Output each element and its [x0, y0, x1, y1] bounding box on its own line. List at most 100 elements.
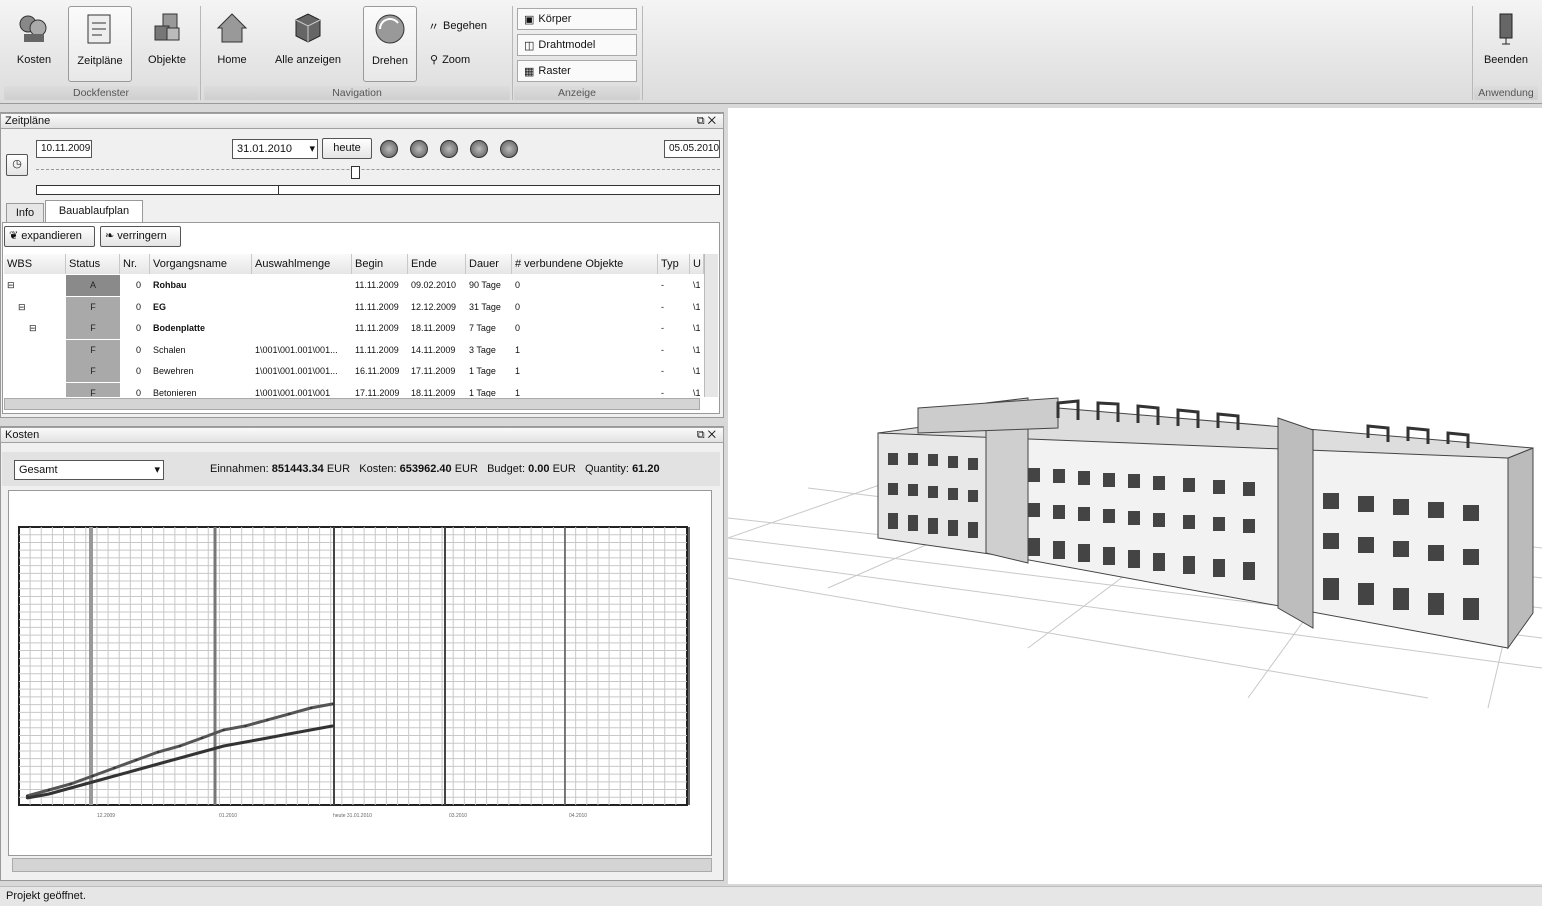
nav-next-icon[interactable] [470, 140, 488, 158]
separator [1472, 6, 1473, 100]
expandieren-button[interactable]: ❦ expandieren [4, 226, 95, 247]
group-label-navigation: Navigation [204, 86, 510, 100]
data-point [69, 782, 72, 786]
table-cell: 09.02.2010 [411, 280, 457, 290]
panel-controls[interactable]: ⧉✕ [697, 114, 719, 128]
column-header[interactable]: # verbundene Objekte [512, 254, 658, 274]
data-point [244, 724, 247, 728]
building [877, 397, 1534, 650]
chart-area: 12.2009 01.2010 heute 31.01.2010 03.2010 04.… [8, 490, 712, 856]
tab-info[interactable]: Info [6, 203, 44, 222]
chevron-down-icon: ▾ [309, 143, 315, 155]
x-tick-label: 04.2010 [569, 813, 587, 819]
home-button[interactable]: Home [206, 6, 258, 82]
table-cell: \1 [693, 323, 701, 333]
magnifier-icon: ⚲ [430, 54, 439, 66]
x-tick-label: 01.2010 [219, 813, 237, 819]
drahtmodel-button[interactable]: ◫ Drahtmodel [517, 34, 637, 56]
nav-last-icon[interactable] [500, 140, 518, 158]
tab-bauablaufplan[interactable]: Bauablaufplan [45, 200, 143, 222]
table-row[interactable]: F 0 Bewehren 1\001\001.001\001... 16.11.2009… [4, 361, 704, 382]
nav-play-icon[interactable] [440, 140, 458, 158]
x-tick-label: 12.2009 [97, 813, 115, 819]
data-point [113, 774, 116, 778]
coins-icon [19, 15, 47, 42]
nav-prev-icon[interactable] [410, 140, 428, 158]
table-cell [255, 275, 355, 296]
building-model[interactable] [727, 108, 1542, 884]
table-row[interactable]: F 0 Schalen 1\001\001.001\001... 11.11.2009 1… [4, 339, 704, 361]
zeitplaene-button[interactable]: Zeitpläne [68, 6, 132, 82]
raster-button[interactable]: ▦ Raster [517, 60, 637, 82]
table-horizontal-scrollbar[interactable] [4, 398, 700, 410]
table-cell: 1 Tage [469, 387, 496, 398]
group-label-dockfenster: Dockfenster [4, 86, 198, 100]
data-point [222, 728, 225, 732]
x-tick-label: 03.2010 [449, 813, 467, 819]
start-date-field[interactable]: 10.11.2009 [36, 140, 92, 158]
x-tick-label: heute 31.01.2010 [333, 813, 372, 819]
solid-icon: ▣ [524, 13, 535, 26]
cost-type-select[interactable]: Gesamt ▾ [14, 460, 164, 480]
begehen-button[interactable]: 〃 Begehen [428, 18, 487, 34]
column-header[interactable]: Nr. [120, 254, 150, 274]
kosten-summary: Einnahmen: 851443.34 EUR Kosten: 653962.… [210, 463, 660, 475]
wireframe-icon: ◫ [524, 39, 535, 52]
table-cell: 1 [515, 387, 521, 398]
nav-first-icon[interactable] [380, 140, 398, 158]
table-row[interactable]: ⊟ F 0 Bodenplatte 11.11.2009 18.11.2009 7 Tage… [4, 318, 704, 339]
data-point [69, 786, 72, 790]
column-header[interactable]: Vorgangsname [150, 254, 252, 274]
status-bar: Projekt geöffnet. [0, 886, 1542, 906]
kosten-button[interactable]: Kosten [8, 6, 60, 82]
beenden-button[interactable]: Beenden [1478, 6, 1534, 82]
current-date-select[interactable]: 31.01.2010 ▾ [232, 139, 318, 159]
column-header[interactable]: Auswahlmenge [252, 254, 352, 274]
table-row[interactable]: ⊟ A 0 Rohbau 11.11.2009 09.02.2010 90 Tage 0- \1 [4, 275, 704, 296]
end-date-field[interactable]: 05.05.2010 [664, 140, 720, 158]
data-point [91, 780, 94, 784]
3d-viewport[interactable] [727, 108, 1542, 884]
column-header[interactable]: Ende [408, 254, 466, 274]
verringern-button[interactable]: ❧ verringern [100, 226, 181, 247]
table-cell: 16.11.2009 [355, 366, 400, 376]
column-header[interactable]: U [690, 254, 704, 274]
data-point [200, 750, 204, 754]
status-badge: F [66, 296, 120, 318]
table-cell: Rohbau [153, 280, 187, 290]
separator [642, 6, 643, 100]
data-point [266, 736, 269, 740]
timer-icon[interactable]: ◷ [6, 154, 28, 176]
zoom-button[interactable]: ⚲ Zoom [430, 53, 470, 67]
data-point [288, 732, 291, 736]
expand-icon: ❦ [9, 230, 19, 242]
table-row[interactable]: ⊟ F 0 EG 11.11.2009 12.12.2009 31 Tage 0- \1 [4, 296, 704, 318]
tree-toggle[interactable]: ⊟ [7, 275, 69, 296]
column-header[interactable]: WBS [4, 254, 66, 274]
objekte-button[interactable]: Objekte [140, 6, 194, 82]
time-slider-thumb[interactable] [351, 166, 360, 179]
koerper-button[interactable]: ▣ Körper [517, 8, 637, 30]
table-cell: 0 [515, 301, 521, 312]
heute-button[interactable]: heute [322, 138, 372, 159]
table-row[interactable]: F 0 Betonieren 1\001\001.001\001 17.11.2009 1… [4, 382, 704, 398]
status-badge: F [66, 339, 120, 361]
column-header[interactable]: Typ [658, 254, 690, 274]
table-vertical-scrollbar[interactable] [704, 254, 718, 397]
home-icon [216, 13, 248, 43]
table-cell: 17.11.2009 [355, 387, 400, 398]
group-label-anzeige: Anzeige [514, 86, 640, 100]
alle-anzeigen-button[interactable]: Alle anzeigen [266, 6, 350, 82]
chevron-down-icon: ▾ [154, 464, 160, 476]
column-header[interactable]: Begin [352, 254, 408, 274]
column-header[interactable]: Dauer [466, 254, 512, 274]
drehen-button[interactable]: Drehen [363, 6, 417, 82]
chart-horizontal-scrollbar[interactable] [12, 858, 712, 872]
table-cell: 12.12.2009 [411, 301, 457, 312]
table-cell: 11.11.2009 [355, 280, 399, 290]
table-cell: - [661, 301, 664, 312]
panel-controls[interactable]: ⧉✕ [697, 428, 719, 442]
column-header[interactable]: Status [66, 254, 120, 274]
data-point [47, 792, 51, 796]
table-cell [255, 318, 355, 339]
